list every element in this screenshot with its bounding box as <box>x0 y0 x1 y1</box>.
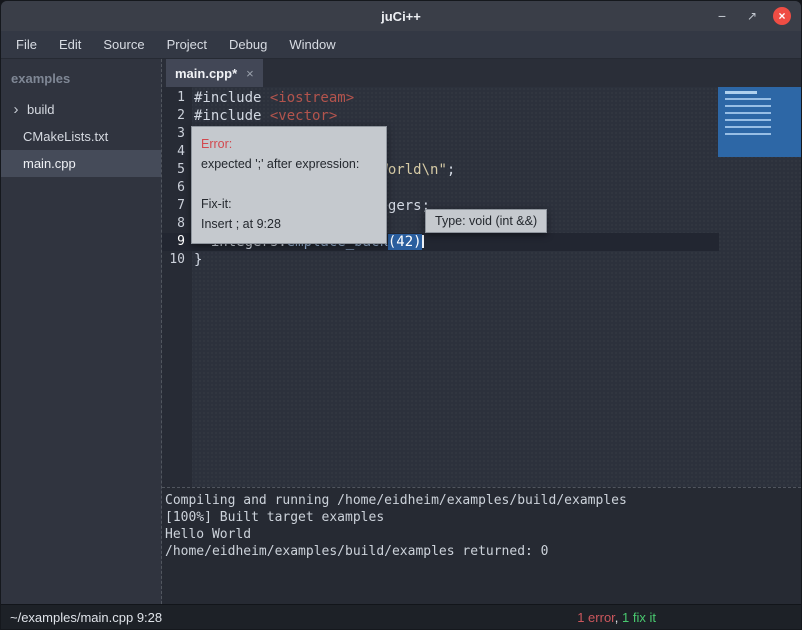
selected-text: (42) <box>388 234 422 250</box>
chevron-right-icon[interactable]: › <box>9 101 23 118</box>
fixit-text: Insert ; at 9:28 <box>201 214 377 234</box>
code-segment: #include <box>194 90 270 106</box>
window-controls: − ↗ × <box>713 1 791 31</box>
code-line-10[interactable]: } <box>192 251 801 269</box>
menu-item-project[interactable]: Project <box>156 31 218 58</box>
tab-close-icon[interactable]: × <box>246 66 254 81</box>
menu-item-source[interactable]: Source <box>92 31 155 58</box>
tree-item-build[interactable]: › build <box>1 96 161 123</box>
code-line-2[interactable]: #include <vector> <box>192 107 801 125</box>
terminal-line: Hello World <box>165 526 801 543</box>
fixit-count: 1 fix it <box>622 610 656 625</box>
line-number: 3 <box>162 125 192 143</box>
menubar: FileEditSourceProjectDebugWindow <box>1 31 801 59</box>
error-tooltip: Error: expected ';' after expression: Fi… <box>191 126 387 244</box>
menu-item-edit[interactable]: Edit <box>48 31 92 58</box>
minimize-button[interactable]: − <box>713 7 731 25</box>
window-title: juCi++ <box>381 9 421 24</box>
line-number: 5 <box>162 161 192 179</box>
terminal-line: [100%] Built target examples <box>165 509 801 526</box>
code-segment: ; <box>447 162 455 178</box>
terminal-line: Compiling and running /home/eidheim/exam… <box>165 492 801 509</box>
code-line-1[interactable]: #include <iostream> <box>192 89 801 107</box>
line-number: 9 <box>162 233 192 251</box>
line-number: 1 <box>162 89 192 107</box>
titlebar[interactable]: juCi++ − ↗ × <box>1 1 801 31</box>
tab-label: main.cpp* <box>175 66 237 81</box>
file-tree: › build CMakeLists.txt main.cpp <box>1 96 161 177</box>
project-name: examples <box>1 59 161 96</box>
type-tooltip-text: Type: void (int &&) <box>435 214 537 228</box>
code-segment: } <box>194 252 202 268</box>
window-body: examples › build CMakeLists.txt main.cpp ma… <box>1 59 801 604</box>
diagnostics-summary: 1 error, 1 fix it <box>577 605 656 630</box>
tabbar: main.cpp* × <box>162 59 801 87</box>
menu-item-debug[interactable]: Debug <box>218 31 278 58</box>
diagnostics-separator: , <box>615 610 622 625</box>
menu-item-file[interactable]: File <box>5 31 48 58</box>
line-number: 8 <box>162 215 192 233</box>
app-window: juCi++ − ↗ × FileEditSourceProjectDebugW… <box>0 0 802 630</box>
text-cursor <box>422 235 424 248</box>
statusbar: ~/examples/main.cpp 9:28 1 error, 1 fix … <box>1 604 801 629</box>
error-tooltip-title: Error: <box>201 134 377 154</box>
line-number: 4 <box>162 143 192 161</box>
minimap[interactable] <box>718 87 801 157</box>
line-number: 10 <box>162 251 192 269</box>
tree-item-main.cpp[interactable]: main.cpp <box>1 150 161 177</box>
line-numbers: 12345678910 <box>162 87 192 487</box>
close-button[interactable]: × <box>773 7 791 25</box>
menu-item-window[interactable]: Window <box>278 31 346 58</box>
code-editor[interactable]: 12345678910 #include <iostream>#include … <box>162 87 801 487</box>
fixit-title: Fix-it: <box>201 194 377 214</box>
code-segment: <iostream> <box>270 90 354 106</box>
error-count: 1 error <box>577 610 615 625</box>
terminal-panel[interactable]: Compiling and running /home/eidheim/exam… <box>162 487 801 604</box>
maximize-button[interactable]: ↗ <box>743 7 761 25</box>
error-tooltip-message: expected ';' after expression: <box>201 154 377 174</box>
tree-item-label: CMakeLists.txt <box>23 129 108 144</box>
main-column: main.cpp* × 12345678910 #include <iostre… <box>162 59 801 604</box>
code-segment: <vector> <box>270 108 337 124</box>
tree-item-cmakelists.txt[interactable]: CMakeLists.txt <box>1 123 161 150</box>
tab-main-cpp[interactable]: main.cpp* × <box>166 59 263 87</box>
file-location: ~/examples/main.cpp 9:28 <box>10 610 162 625</box>
line-number: 6 <box>162 179 192 197</box>
line-number: 2 <box>162 107 192 125</box>
tree-item-label: build <box>27 102 54 117</box>
sidebar: examples › build CMakeLists.txt main.cpp <box>1 59 162 604</box>
type-tooltip: Type: void (int &&) <box>425 209 547 233</box>
terminal-line: /home/eidheim/examples/build/examples re… <box>165 543 801 560</box>
tree-item-label: main.cpp <box>23 156 76 171</box>
line-number: 7 <box>162 197 192 215</box>
code-segment: #include <box>194 108 270 124</box>
error-tooltip-spacer <box>201 174 377 194</box>
